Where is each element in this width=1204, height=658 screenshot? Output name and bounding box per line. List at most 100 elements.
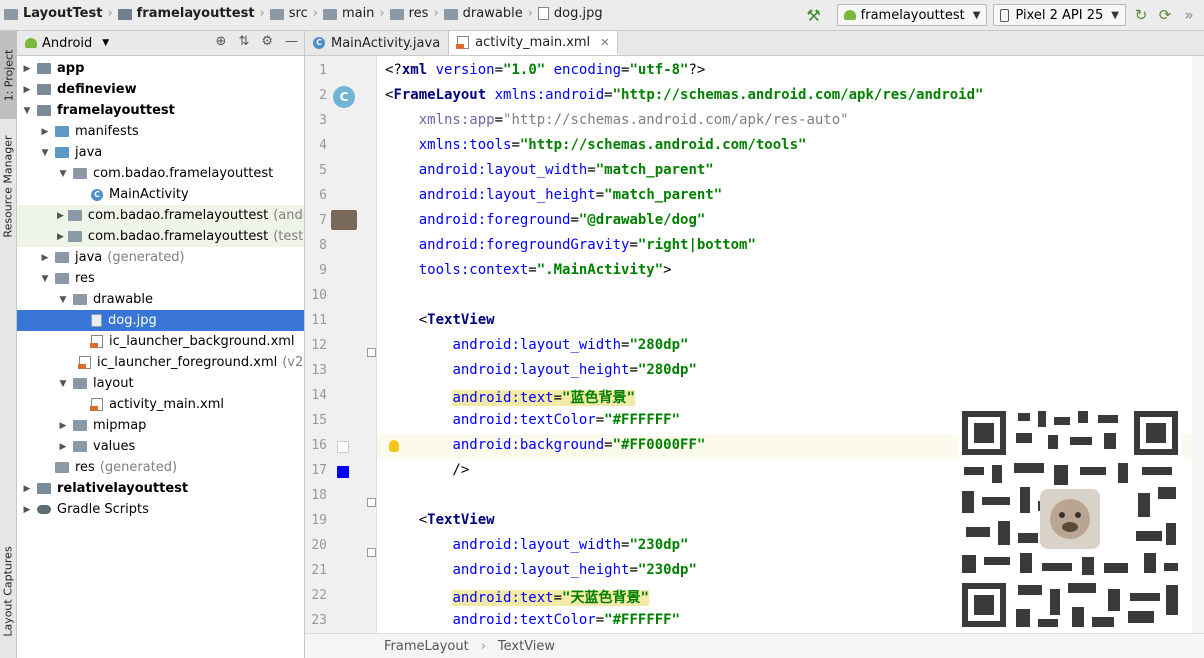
- breadcrumb-item[interactable]: LayoutTest: [4, 6, 102, 21]
- tree-item-label: MainActivity: [109, 187, 189, 202]
- image-file-icon: [91, 314, 102, 327]
- project-view-mode-select[interactable]: Android ▼: [25, 36, 109, 51]
- breadcrumb-separator: ›: [259, 6, 265, 21]
- tree-item[interactable]: ▶ com.badao.framelayouttest (test): [17, 226, 304, 247]
- tree-item-label: framelayouttest: [57, 103, 175, 118]
- tree-item[interactable]: ▼ res: [17, 268, 304, 289]
- chevron-down-icon[interactable]: ▼: [39, 274, 51, 284]
- chevron-right-icon[interactable]: ▶: [57, 442, 69, 452]
- tree-item[interactable]: ▶ manifests: [17, 121, 304, 142]
- resource-manager-tool-tab[interactable]: Resource Manager: [0, 121, 17, 251]
- code-line: android:layout_height="230dp": [385, 562, 696, 578]
- tree-item[interactable]: ▼ java: [17, 142, 304, 163]
- tree-item[interactable]: ▼ layout: [17, 373, 304, 394]
- chevron-right-icon[interactable]: ▶: [21, 505, 33, 515]
- tree-item[interactable]: ▶ defineview: [17, 79, 304, 100]
- editor-tab-label: MainActivity.java: [331, 35, 441, 51]
- chevron-right-icon[interactable]: ▶: [21, 64, 33, 74]
- chevron-down-icon[interactable]: ▼: [57, 295, 69, 305]
- tree-item[interactable]: activity_main.xml: [17, 394, 304, 415]
- code-line: android:textColor="#FFFFFF": [385, 412, 680, 428]
- class-gutter-icon[interactable]: C: [333, 86, 355, 108]
- tree-item[interactable]: ▶ Gradle Scripts: [17, 499, 304, 520]
- code-line: android:text="蓝色背景": [385, 387, 635, 407]
- breadcrumb-item[interactable]: res: [389, 6, 428, 21]
- tree-item-label: res: [75, 460, 95, 475]
- code-token: =: [595, 612, 605, 628]
- breadcrumb-item[interactable]: dog.jpg: [537, 6, 603, 21]
- tree-item[interactable]: ▶ relativelayouttest: [17, 478, 304, 499]
- chevron-right-icon[interactable]: ▶: [21, 484, 33, 494]
- code-token: "match_parent": [595, 162, 714, 178]
- chevron-right-icon[interactable]: ▶: [39, 253, 51, 263]
- blue-color-swatch[interactable]: [337, 466, 349, 478]
- more-actions-icon[interactable]: »: [1180, 6, 1198, 24]
- hide-panel-icon[interactable]: —: [285, 34, 298, 49]
- drawable-preview-thumbnail[interactable]: [331, 210, 357, 230]
- code-token: =: [629, 562, 638, 578]
- device-select[interactable]: Pixel 2 API 25 ▼: [993, 4, 1126, 26]
- line-number: 7: [319, 213, 327, 228]
- project-tool-tab[interactable]: 1: Project: [0, 31, 17, 119]
- tree-item[interactable]: ▶ com.badao.framelayouttest (androidTest): [17, 205, 304, 226]
- tree-item[interactable]: res (generated): [17, 457, 304, 478]
- breadcrumb-label: main: [341, 6, 375, 21]
- tree-item[interactable]: ▼ drawable: [17, 289, 304, 310]
- tree-item[interactable]: ▶ java (generated): [17, 247, 304, 268]
- layout-captures-tool-tab[interactable]: Layout Captures: [0, 536, 17, 646]
- code-line: android:layout_height="match_parent": [385, 187, 722, 203]
- breadcrumb-item[interactable]: main: [322, 6, 375, 21]
- tree-item[interactable]: ▶ app: [17, 58, 304, 79]
- chevron-right-icon[interactable]: ▶: [21, 85, 33, 95]
- close-icon[interactable]: ✕: [600, 36, 609, 49]
- locate-file-icon[interactable]: ⊕: [216, 34, 227, 49]
- gear-icon[interactable]: ⚙: [261, 34, 273, 49]
- tree-item-label: manifests: [75, 124, 139, 139]
- line-number: 12: [311, 338, 327, 353]
- apply-code-changes-icon[interactable]: ⟳: [1156, 6, 1174, 24]
- apply-changes-icon[interactable]: ↻: [1132, 6, 1150, 24]
- chevron-down-icon[interactable]: ▼: [57, 379, 69, 389]
- chevron-down-icon[interactable]: ▼: [39, 148, 51, 158]
- editor-breadcrumb-item[interactable]: TextView: [498, 639, 555, 654]
- fold-marker-icon[interactable]: [367, 498, 376, 507]
- breadcrumb: LayoutTest › framelayouttest › src › main › res ›…: [4, 6, 603, 21]
- breadcrumb-item[interactable]: framelayouttest: [117, 6, 255, 21]
- code-token: =: [553, 590, 563, 606]
- editor-tab[interactable]: activity_main.xml ✕: [449, 31, 619, 55]
- tree-item[interactable]: ic_launcher_background.xml: [17, 331, 304, 352]
- chevron-right-icon[interactable]: ▶: [57, 232, 64, 242]
- chevron-down-icon[interactable]: ▼: [21, 106, 33, 116]
- chevron-right-icon[interactable]: ▶: [39, 127, 51, 137]
- tree-item[interactable]: ▶ values: [17, 436, 304, 457]
- module-folder-icon: [37, 105, 51, 116]
- tree-item[interactable]: dog.jpg: [17, 310, 304, 331]
- editor-scrollbar[interactable]: [1192, 56, 1204, 633]
- breadcrumb-item[interactable]: drawable: [443, 6, 523, 21]
- tree-item[interactable]: ▶ mipmap: [17, 415, 304, 436]
- fold-marker-icon[interactable]: [367, 348, 376, 357]
- collapse-all-icon[interactable]: ⇅: [238, 34, 249, 49]
- tree-item[interactable]: ic_launcher_foreground.xml (v24): [17, 352, 304, 373]
- code-line: xmlns:tools="http://schemas.android.com/…: [385, 137, 807, 153]
- editor-tab[interactable]: C MainActivity.java: [305, 31, 450, 55]
- fold-marker-icon[interactable]: [367, 548, 376, 557]
- make-project-hammer-icon[interactable]: ⚒: [806, 6, 820, 25]
- folder-icon: [389, 9, 404, 20]
- chevron-right-icon[interactable]: ▶: [57, 421, 69, 431]
- editor-breadcrumb-item[interactable]: FrameLayout: [384, 639, 469, 654]
- code-line: android:layout_height="280dp": [385, 362, 696, 378]
- breadcrumb-item[interactable]: src: [269, 6, 308, 21]
- tree-item-label: ic_launcher_background.xml: [109, 334, 295, 349]
- tree-item[interactable]: ▼ framelayouttest: [17, 100, 304, 121]
- run-configuration-select[interactable]: framelayouttest ▼: [836, 4, 988, 26]
- chevron-down-icon[interactable]: ▼: [57, 169, 69, 179]
- white-color-swatch[interactable]: [337, 441, 349, 453]
- line-number: 20: [311, 538, 327, 553]
- tree-item[interactable]: C MainActivity: [17, 184, 304, 205]
- chevron-right-icon[interactable]: ▶: [57, 211, 64, 221]
- tree-item[interactable]: ▼ com.badao.framelayouttest: [17, 163, 304, 184]
